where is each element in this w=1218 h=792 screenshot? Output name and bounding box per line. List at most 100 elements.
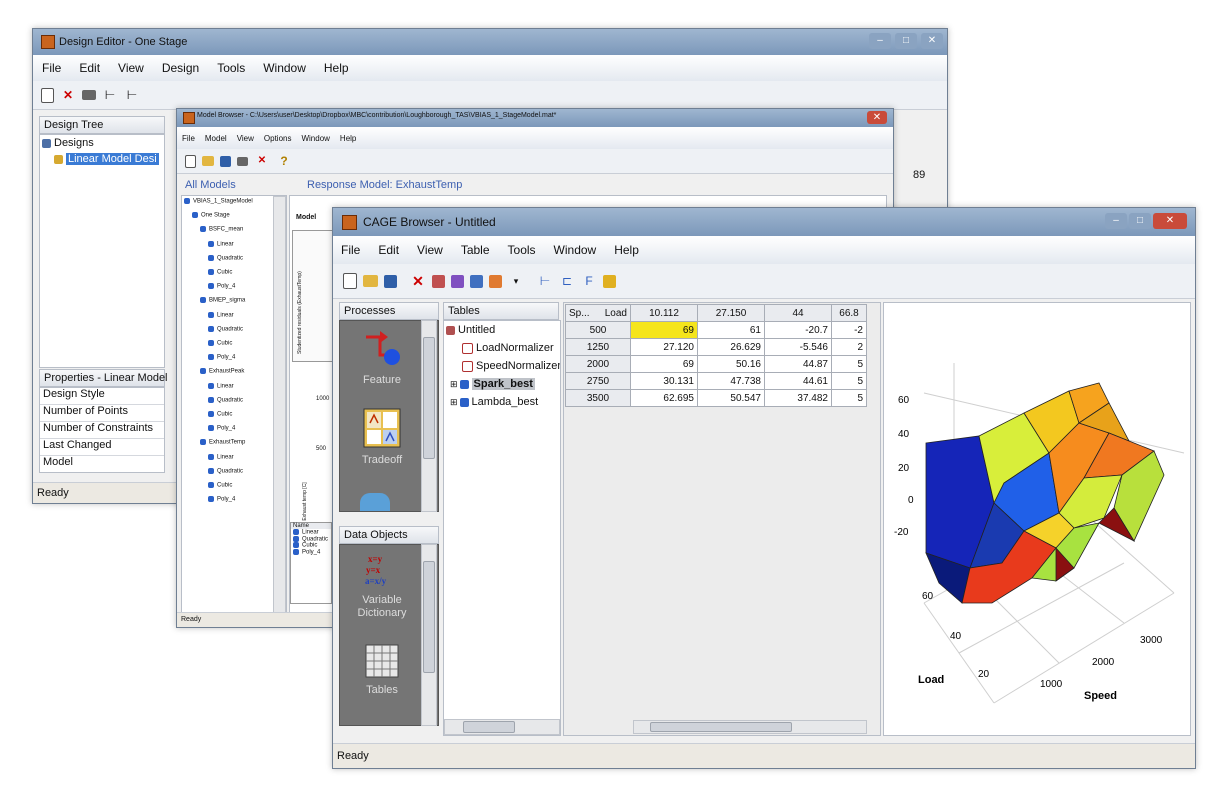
- model-tree-item[interactable]: VBIAS_1_StageModel: [184, 198, 253, 205]
- menu-tools[interactable]: Tools: [217, 61, 245, 75]
- menu-view[interactable]: View: [417, 243, 443, 257]
- close-button[interactable]: ✕: [921, 33, 943, 49]
- scroll-thumb[interactable]: [423, 561, 435, 673]
- scroll-thumb[interactable]: [650, 722, 792, 732]
- model-tree-scrollbar[interactable]: [273, 196, 286, 616]
- table-cell[interactable]: 47.738: [697, 372, 765, 390]
- model-tree-item[interactable]: Linear: [208, 382, 234, 389]
- tree-item-designs[interactable]: Designs: [42, 137, 94, 149]
- new-icon[interactable]: [343, 273, 357, 289]
- menu-file[interactable]: File: [182, 134, 195, 143]
- table-cell[interactable]: 26.629: [697, 338, 765, 356]
- table-cell[interactable]: -20.7: [764, 321, 832, 339]
- name-row[interactable]: Cubic: [291, 542, 331, 549]
- model-tree-item[interactable]: Linear: [208, 311, 234, 318]
- fill-tool-icon[interactable]: [451, 274, 464, 288]
- close-button[interactable]: ✕: [1153, 213, 1187, 229]
- model-tree-item[interactable]: ExhaustPeak: [200, 368, 244, 375]
- table-cell[interactable]: 5: [831, 355, 867, 373]
- variable-dictionary-button[interactable]: x=y y=x a=x/y Variable Dictionary: [342, 551, 422, 631]
- cage-titlebar[interactable]: CAGE Browser - Untitled – □ ✕: [333, 208, 1195, 236]
- row-header[interactable]: 1250: [565, 338, 631, 356]
- column-header[interactable]: 44: [764, 304, 832, 322]
- table-cell-selected[interactable]: 69: [630, 321, 698, 339]
- table-cell[interactable]: 69: [630, 355, 698, 373]
- tree-item-lambda-best[interactable]: ⊞ Lambda_best: [450, 396, 538, 408]
- menu-file[interactable]: File: [42, 61, 61, 75]
- tables-button[interactable]: Tables: [342, 641, 422, 711]
- maximize-button[interactable]: □: [895, 33, 917, 49]
- table-cell[interactable]: 5: [831, 372, 867, 390]
- menu-help[interactable]: Help: [340, 134, 356, 143]
- menu-window[interactable]: Window: [301, 134, 329, 143]
- table-cell[interactable]: 50.547: [697, 389, 765, 407]
- tree-item-spark-best[interactable]: ⊞ Spark_best: [450, 378, 535, 390]
- minimize-button[interactable]: –: [1105, 213, 1127, 229]
- model-tree-item[interactable]: ExhaustTemp: [200, 439, 245, 446]
- table-cell[interactable]: 5: [831, 389, 867, 407]
- delete-icon[interactable]: ✕: [410, 273, 426, 289]
- table-cell[interactable]: 44.61: [764, 372, 832, 390]
- delete-icon[interactable]: ✕: [60, 87, 76, 103]
- menu-view[interactable]: View: [118, 61, 144, 75]
- column-header[interactable]: 66.8: [831, 304, 867, 322]
- menu-view[interactable]: View: [237, 134, 254, 143]
- menu-file[interactable]: File: [341, 243, 360, 257]
- grid-hscrollbar[interactable]: [633, 720, 867, 734]
- menu-edit[interactable]: Edit: [79, 61, 100, 75]
- align-icon[interactable]: ⊢: [102, 87, 118, 103]
- feature-process-button[interactable]: Feature: [344, 327, 420, 397]
- menu-tools[interactable]: Tools: [508, 243, 536, 257]
- table-cell[interactable]: 2: [831, 338, 867, 356]
- table-cell[interactable]: 27.120: [630, 338, 698, 356]
- menu-options[interactable]: Options: [264, 134, 292, 143]
- menu-table[interactable]: Table: [461, 243, 490, 257]
- model-tree-item[interactable]: BSFC_mean: [200, 226, 243, 233]
- name-row[interactable]: Linear: [291, 529, 331, 536]
- distribute-icon[interactable]: ⊢: [124, 87, 140, 103]
- tables-hscrollbar[interactable]: [444, 719, 560, 735]
- surface-view-icon[interactable]: [603, 274, 616, 288]
- open-icon[interactable]: [202, 156, 214, 166]
- print-icon[interactable]: [237, 156, 248, 166]
- model-tree-item[interactable]: Cubic: [208, 482, 232, 489]
- expand-icon[interactable]: ⊞: [450, 397, 458, 407]
- design-editor-titlebar[interactable]: Design Editor - One Stage – □ ✕: [33, 29, 947, 55]
- delete-icon[interactable]: ✕: [254, 153, 270, 169]
- menu-window[interactable]: Window: [263, 61, 306, 75]
- model-tree-item[interactable]: Cubic: [208, 411, 232, 418]
- column-header[interactable]: 10.112: [630, 304, 698, 322]
- tree-item-linear-model-design[interactable]: Linear Model Desi: [54, 153, 159, 165]
- model-tree-item[interactable]: Quadratic: [208, 396, 243, 403]
- model-browser-titlebar[interactable]: Model Browser - C:\Users\user\Desktop\Dr…: [177, 109, 893, 127]
- model-tree-item[interactable]: Poly_4: [208, 354, 235, 361]
- close-button[interactable]: ✕: [867, 111, 887, 124]
- row-header[interactable]: 500: [565, 321, 631, 339]
- row-header[interactable]: 3500: [565, 389, 631, 407]
- model-tree-item[interactable]: Poly_4: [208, 496, 235, 503]
- row-header[interactable]: 2750: [565, 372, 631, 390]
- model-tree-item[interactable]: Poly_4: [208, 283, 235, 290]
- table-cell[interactable]: -5.546: [764, 338, 832, 356]
- model-tree-item[interactable]: Cubic: [208, 269, 232, 276]
- menu-window[interactable]: Window: [554, 243, 597, 257]
- tradeoff-process-button[interactable]: Tradeoff: [344, 407, 420, 477]
- model-tree-item[interactable]: Cubic: [208, 340, 232, 347]
- table-cell[interactable]: 61: [697, 321, 765, 339]
- scroll-thumb[interactable]: [423, 337, 435, 459]
- data-objects-scrollbar[interactable]: [421, 544, 437, 726]
- new-icon[interactable]: [185, 154, 196, 168]
- surface-plot[interactable]: 60 40 20 0 -20 60 40 20 Load 1000 2000 3…: [884, 303, 1190, 735]
- model-tree-item[interactable]: Linear: [208, 240, 234, 247]
- name-row[interactable]: Poly_4: [291, 548, 331, 555]
- menu-edit[interactable]: Edit: [378, 243, 399, 257]
- model-tree-item[interactable]: BMEP_sigma: [200, 297, 245, 304]
- table-cell[interactable]: -2: [831, 321, 867, 339]
- column-header[interactable]: 27.150: [697, 304, 765, 322]
- model-tree-item[interactable]: Linear: [208, 453, 234, 460]
- maximize-button[interactable]: □: [1129, 213, 1151, 229]
- new-icon[interactable]: [41, 87, 54, 103]
- menu-model[interactable]: Model: [205, 134, 227, 143]
- table-cell[interactable]: 30.131: [630, 372, 698, 390]
- table-cell[interactable]: 50.16: [697, 355, 765, 373]
